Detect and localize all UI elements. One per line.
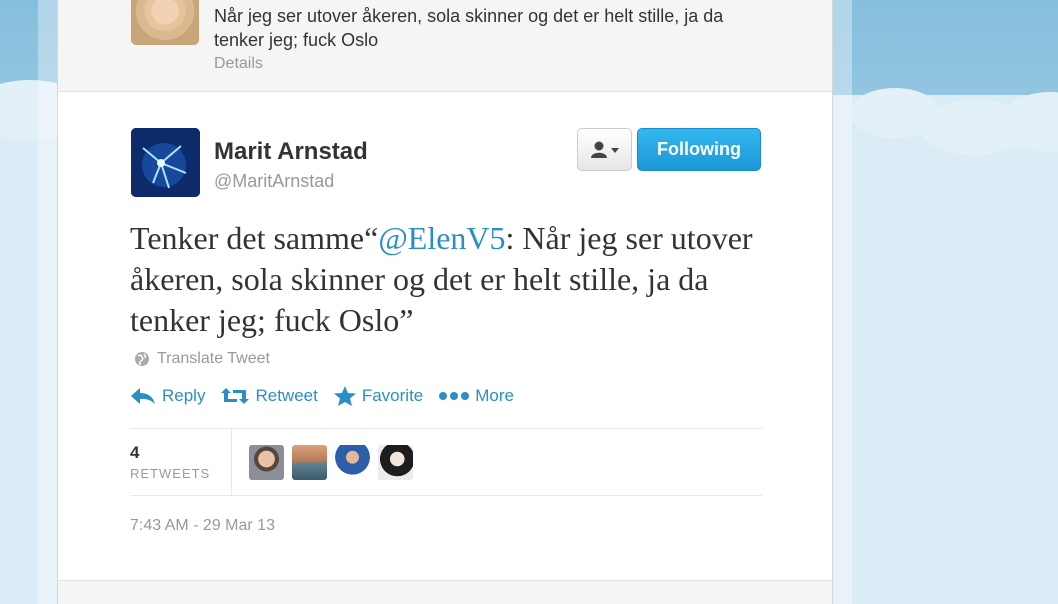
favorite-button[interactable]: Favorite xyxy=(333,386,424,406)
retweet-label: Retweet xyxy=(255,386,318,405)
more-button[interactable]: More xyxy=(439,386,514,406)
translate-tweet-link[interactable]: Translate Tweet xyxy=(134,350,270,368)
person-dropdown-icon xyxy=(590,141,619,158)
tweet-text: Tenker det samme“@ElenV5: Når jeg ser ut… xyxy=(130,218,770,341)
mention-link[interactable]: @ElenV5 xyxy=(378,220,505,256)
previous-tweet[interactable]: Når jeg ser utover åkeren, sola skinner … xyxy=(58,0,832,92)
tweet-stats: 4 RETWEETS xyxy=(130,428,762,496)
previous-tweet-text: Når jeg ser utover åkeren, sola skinner … xyxy=(214,6,724,50)
retweeter-avatar[interactable] xyxy=(249,445,284,480)
avatar[interactable] xyxy=(131,0,199,45)
details-link[interactable]: Details xyxy=(214,55,263,73)
retweeter-avatar[interactable] xyxy=(292,445,327,480)
avatar-image xyxy=(131,128,200,197)
tweet-stream: Når jeg ser utover åkeren, sola skinner … xyxy=(57,0,833,604)
author-handle[interactable]: @MaritArnstad xyxy=(214,171,334,192)
more-label: More xyxy=(475,386,514,405)
favorite-label: Favorite xyxy=(361,386,424,405)
retweet-count[interactable]: 4 xyxy=(130,443,139,463)
tweet-actions: Reply Retweet Favorite More xyxy=(130,386,530,406)
author-avatar[interactable] xyxy=(131,128,200,197)
retweet-count-label: RETWEETS xyxy=(130,466,211,481)
reply-icon xyxy=(131,388,155,404)
retweeter-avatar[interactable] xyxy=(378,445,413,480)
tweet-timestamp[interactable]: 7:43 AM - 29 Mar 13 xyxy=(130,517,275,535)
star-icon xyxy=(333,386,356,406)
globe-icon xyxy=(135,352,149,366)
divider xyxy=(231,429,232,496)
retweet-button[interactable]: Retweet xyxy=(221,386,318,406)
author-name[interactable]: Marit Arnstad xyxy=(214,138,368,166)
retweeter-avatar[interactable] xyxy=(335,445,370,480)
tweet-text-start: Tenker det samme“ xyxy=(130,220,379,256)
retweet-icon xyxy=(221,388,250,404)
reply-button[interactable]: Reply xyxy=(130,386,205,406)
reply-label: Reply xyxy=(162,386,206,405)
translate-label: Translate Tweet xyxy=(157,350,270,367)
following-button[interactable]: Following xyxy=(637,128,761,171)
next-tweet-edge xyxy=(58,580,832,604)
user-actions-button[interactable] xyxy=(577,128,632,171)
ellipsis-icon xyxy=(439,392,470,400)
retweeter-avatars xyxy=(249,445,413,480)
